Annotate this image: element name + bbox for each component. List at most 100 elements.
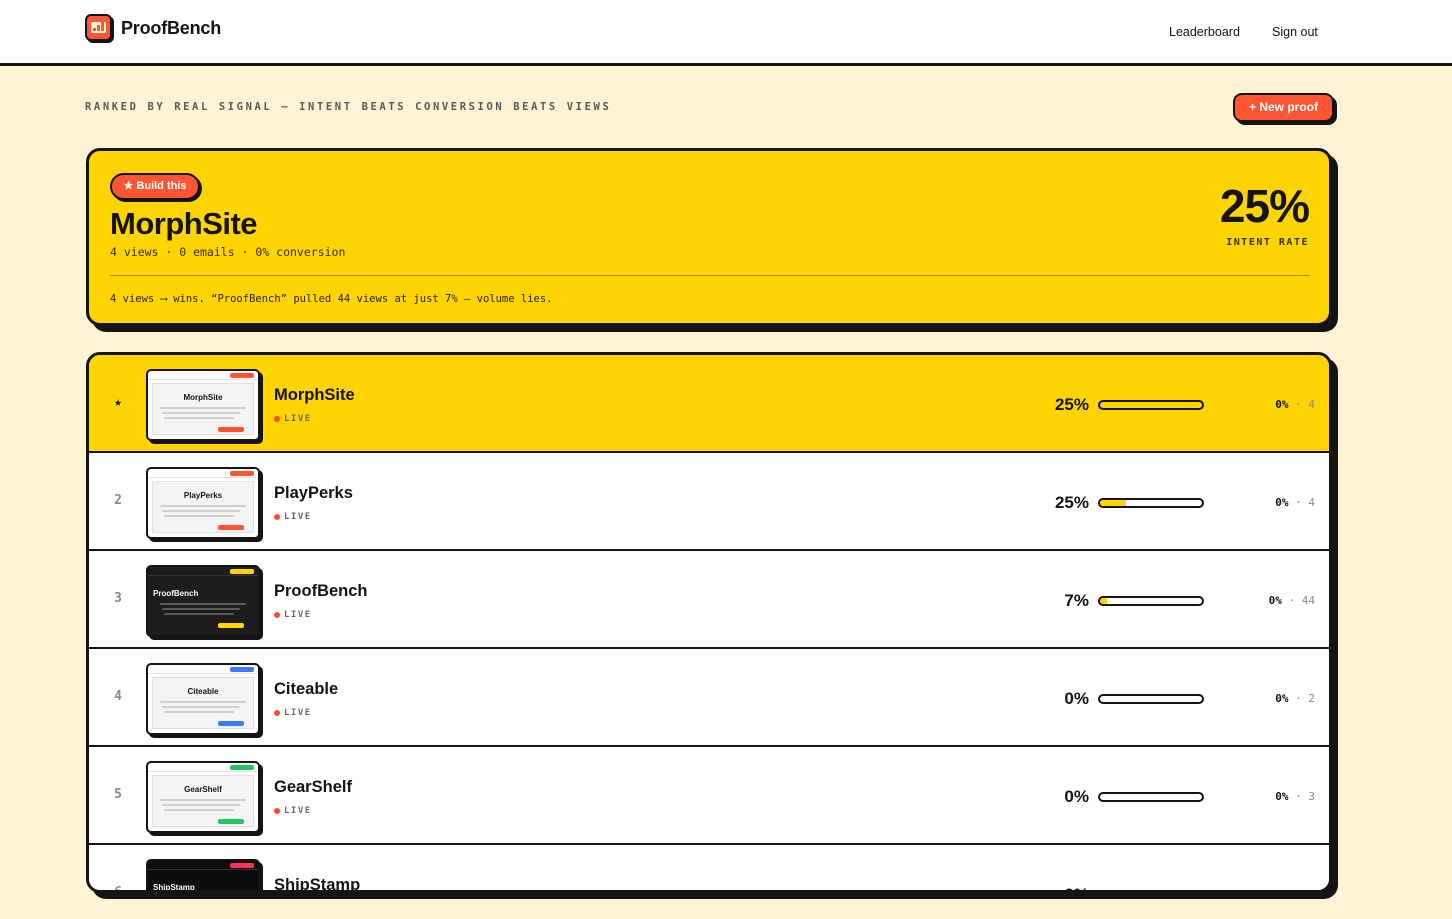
- view-count: 0: [1308, 888, 1315, 890]
- site-name[interactable]: Citeable: [274, 680, 338, 699]
- intent-progress-bar: [1098, 890, 1204, 893]
- status-label: LIVE: [284, 708, 312, 718]
- status-badge: LIVE: [274, 414, 312, 424]
- top-bar: ProofBench Leaderboard Sign out: [0, 0, 1452, 66]
- thumbnail-text-line: [162, 804, 240, 806]
- table-row[interactable]: 5 GearShelf GearShelf LIVE 0% 0% · 3: [89, 747, 1329, 845]
- site-name[interactable]: PlayPerks: [274, 484, 353, 503]
- intent-progress-bar: [1098, 694, 1204, 704]
- site-thumbnail[interactable]: GearShelf: [146, 761, 260, 833]
- intent-progress-fill: [1100, 500, 1126, 506]
- build-this-badge[interactable]: ★ Build this: [110, 173, 200, 200]
- live-dot-icon: [274, 612, 280, 618]
- logo-icon[interactable]: [85, 14, 112, 41]
- thumbnail-title: PlayPerks: [183, 491, 223, 500]
- brand-name[interactable]: ProofBench: [121, 18, 221, 39]
- site-thumbnail[interactable]: PlayPerks: [146, 467, 260, 539]
- conversion-rate: 0%: [1275, 888, 1288, 890]
- leaderboard-table: ★ MorphSite MorphSite LIVE 25% 0% · 4 2: [86, 352, 1332, 893]
- status-badge: LIVE: [274, 806, 312, 816]
- thumbnail-text-line: [160, 407, 246, 409]
- site-thumbnail[interactable]: ProofBench: [146, 565, 260, 637]
- rank-number: ★: [114, 395, 122, 410]
- thumbnail-button: [218, 819, 244, 824]
- thumbnail-cta-pill: [230, 863, 254, 868]
- site-name[interactable]: MorphSite: [274, 386, 355, 405]
- thumbnail-text-line: [164, 515, 234, 517]
- thumbnail-text-line: [164, 417, 234, 419]
- view-count: 44: [1301, 594, 1315, 607]
- site-thumbnail[interactable]: MorphSite: [146, 369, 260, 441]
- thumbnail-nav: [148, 861, 258, 870]
- status-badge: LIVE: [274, 708, 312, 718]
- site-thumbnail[interactable]: Citeable: [146, 663, 260, 735]
- intent-rate-label: INTENT RATE: [1226, 237, 1309, 248]
- table-row[interactable]: ★ MorphSite MorphSite LIVE 25% 0% · 4: [89, 355, 1329, 453]
- tagline: RANKED BY REAL SIGNAL — INTENT BEATS CON…: [85, 101, 612, 113]
- featured-title: MorphSite: [110, 206, 258, 241]
- intent-progress-bar: [1098, 400, 1204, 410]
- nav-sign-out[interactable]: Sign out: [1272, 25, 1318, 39]
- thumbnail-nav: [148, 567, 258, 576]
- thumbnail-button: [218, 721, 244, 726]
- view-count: 2: [1308, 692, 1315, 705]
- status-badge: LIVE: [274, 610, 312, 620]
- new-proof-button[interactable]: + New proof: [1233, 93, 1334, 122]
- table-row[interactable]: 6 ShipStamp ShipStamp LIVE 0% 0% · 0: [89, 845, 1329, 893]
- site-name[interactable]: ShipStamp: [274, 876, 360, 890]
- nav-leaderboard[interactable]: Leaderboard: [1169, 25, 1240, 39]
- site-thumbnail[interactable]: ShipStamp: [146, 859, 260, 892]
- thumbnail-title: Citeable: [187, 687, 219, 696]
- conversion-views: 0% · 4: [1275, 398, 1315, 411]
- intent-rate: 25%: [1054, 493, 1089, 512]
- intent-progress-bar: [1098, 792, 1204, 802]
- conversion-rate: 0%: [1268, 594, 1282, 607]
- intent-rate: 0%: [1064, 885, 1089, 890]
- thumbnail-text-line: [160, 603, 246, 605]
- status-badge: LIVE: [274, 512, 312, 522]
- rank-number: 2: [114, 493, 122, 508]
- thumbnail-text-line: [162, 608, 240, 610]
- intent-progress-fill: [1100, 598, 1108, 604]
- featured-card: ★ Build this MorphSite 4 views · 0 email…: [86, 148, 1332, 326]
- table-row[interactable]: 2 PlayPerks PlayPerks LIVE 25% 0% · 4: [89, 453, 1329, 551]
- status-label: LIVE: [284, 512, 312, 522]
- thumbnail-title: ShipStamp: [153, 883, 195, 892]
- thumbnail-text-line: [162, 412, 240, 414]
- intent-rate: 0%: [1064, 787, 1089, 806]
- thumbnail-cta-pill: [230, 569, 254, 574]
- thumbnail-nav: [148, 763, 258, 772]
- thumbnail-button: [218, 427, 244, 432]
- live-dot-icon: [274, 416, 280, 422]
- site-name[interactable]: ProofBench: [274, 582, 368, 601]
- thumbnail-cta-pill: [230, 471, 254, 476]
- live-dot-icon: [274, 808, 280, 814]
- intent-progress-bar: [1098, 596, 1204, 606]
- conversion-rate: 0%: [1275, 496, 1289, 509]
- conversion-views: 0% · 4: [1275, 496, 1315, 509]
- rank-number: 4: [114, 689, 122, 704]
- thumbnail-nav: [148, 665, 258, 674]
- table-row[interactable]: 3 ProofBench ProofBench LIVE 7% 0% · 44: [89, 551, 1329, 649]
- view-count: 3: [1308, 790, 1315, 803]
- live-dot-icon: [274, 514, 280, 520]
- thumbnail-text-line: [160, 505, 246, 507]
- rank-number: 5: [114, 787, 122, 802]
- thumbnail-nav: [148, 371, 258, 380]
- status-label: LIVE: [284, 414, 312, 424]
- featured-note: 4 views ⟶ wins. “ProofBench” pulled 44 v…: [110, 293, 553, 305]
- thumbnail-text-line: [162, 706, 240, 708]
- site-name[interactable]: GearShelf: [274, 778, 352, 797]
- rank-number: 6: [114, 885, 122, 893]
- intent-progress-bar: [1098, 498, 1204, 508]
- rank-number: 3: [114, 591, 122, 606]
- conversion-rate: 0%: [1275, 790, 1289, 803]
- intent-rate: 0%: [1064, 689, 1089, 708]
- featured-stats: 4 views · 0 emails · 0% conversion: [110, 245, 346, 259]
- intent-rate: 7%: [1064, 591, 1089, 610]
- table-row[interactable]: 4 Citeable Citeable LIVE 0% 0% · 2: [89, 649, 1329, 747]
- thumbnail-text-line: [160, 799, 246, 801]
- conversion-views: 0% · 2: [1275, 692, 1315, 705]
- thumbnail-text-line: [160, 701, 246, 703]
- thumbnail-button: [218, 525, 244, 530]
